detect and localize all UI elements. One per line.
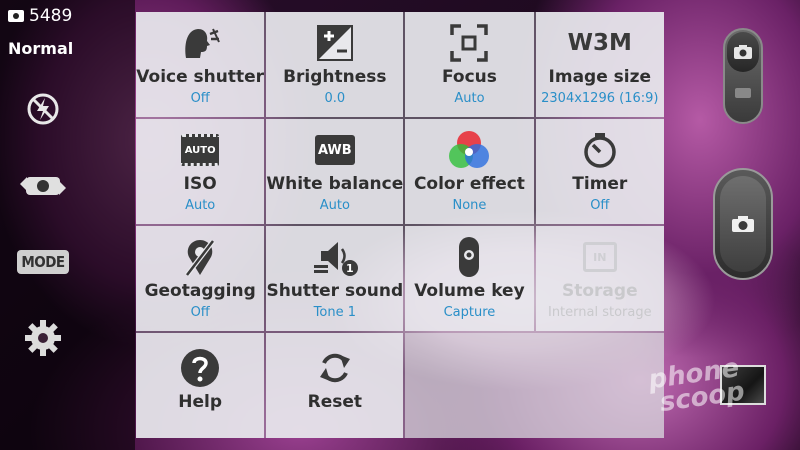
volume-key-icon [459,237,480,277]
setting-value: Auto [185,198,216,213]
brightness-icon [316,25,353,61]
setting-label: Volume key [414,281,525,301]
timer-icon [584,133,616,168]
voice-shutter-icon [185,28,221,58]
sound-tone-badge: 1 [341,260,358,276]
watermark-logo: phone scoop [647,353,747,418]
settings-button[interactable] [18,316,68,360]
setting-geotagging[interactable]: Geotagging Off [136,226,265,331]
setting-storage: IN Storage Internal storage [535,226,664,331]
setting-help[interactable]: Help [136,333,265,438]
setting-label: White balance [266,174,404,194]
setting-value: Auto [319,198,350,213]
camera-small-icon [8,10,24,22]
reset-icon [319,353,350,383]
switch-camera-icon [20,177,66,195]
setting-value: Auto [454,91,485,106]
iso-icon: AUTO [181,134,220,166]
setting-image-size[interactable]: W3M Image size 2304x1296 (16:9) [535,12,664,117]
empty-grid-area [405,333,664,438]
setting-label: Geotagging [144,281,256,301]
setting-label: Help [178,392,223,412]
switch-camera-button[interactable] [18,163,68,207]
shutter-sound-icon: 1 [313,237,358,277]
storage-icon: IN [582,242,617,272]
setting-label: Brightness [283,67,387,87]
camera-settings-grid: Voice shutter Off Brightness 0.0 Focus A… [136,12,664,438]
setting-shutter-sound[interactable]: 1 Shutter sound Tone 1 [266,226,404,331]
setting-value: Off [190,91,210,106]
setting-value: Internal storage [547,305,652,320]
setting-reset[interactable]: Reset [266,333,404,438]
setting-label: Storage [562,281,638,301]
setting-iso[interactable]: AUTO ISO Auto [136,119,265,224]
setting-label: Shutter sound [266,281,404,301]
switch-knob [727,32,759,72]
setting-focus[interactable]: Focus Auto [405,12,534,117]
flash-off-icon [27,93,59,125]
camera-icon [732,216,754,232]
flash-button[interactable] [18,87,68,131]
setting-value: Off [190,305,210,320]
storage-icon-text: IN [593,250,607,264]
gear-icon [25,320,61,356]
white-balance-icon: AWB [314,135,355,165]
focus-icon [450,24,489,62]
video-icon [735,88,751,98]
setting-brightness[interactable]: Brightness 0.0 [266,12,404,117]
setting-white-balance[interactable]: AWB White balance Auto [266,119,404,224]
setting-label: Color effect [413,174,525,194]
help-icon [181,349,220,387]
shot-count: 5489 [29,6,73,26]
color-effect-icon [449,131,490,168]
setting-label: Image size [548,67,652,87]
setting-label: Focus [441,67,497,87]
setting-label: ISO [183,174,217,194]
setting-label: Reset [307,392,363,412]
setting-color-effect[interactable]: Color effect None [405,119,534,224]
setting-value: 0.0 [324,91,346,106]
camera-video-switch[interactable] [723,28,763,124]
white-balance-icon-text: AWB [317,142,352,158]
setting-volume-key[interactable]: Volume key Capture [405,226,534,331]
setting-voice-shutter[interactable]: Voice shutter Off [136,12,265,117]
setting-value: 2304x1296 (16:9) [541,91,659,106]
shutter-button-inner [720,176,766,272]
setting-label: Voice shutter [136,67,265,87]
setting-value: Capture [443,305,496,320]
geotag-icon [185,239,216,277]
shooting-mode-label: Normal [8,39,74,58]
setting-timer[interactable]: Timer Off [535,119,664,224]
iso-icon-text: AUTO [184,144,216,156]
setting-label: Timer [572,174,628,194]
shot-counter: 5489 [8,6,72,26]
mode-badge-icon: MODE [17,250,69,274]
image-size-icon: W3M [567,30,632,56]
setting-value: Tone 1 [313,305,356,320]
setting-value: Off [590,198,610,213]
camera-icon [734,45,752,59]
shutter-button[interactable] [713,168,773,280]
left-toolbar: 5489 Normal MODE [0,0,135,450]
mode-button[interactable]: MODE [17,240,69,284]
setting-value: None [452,198,487,213]
